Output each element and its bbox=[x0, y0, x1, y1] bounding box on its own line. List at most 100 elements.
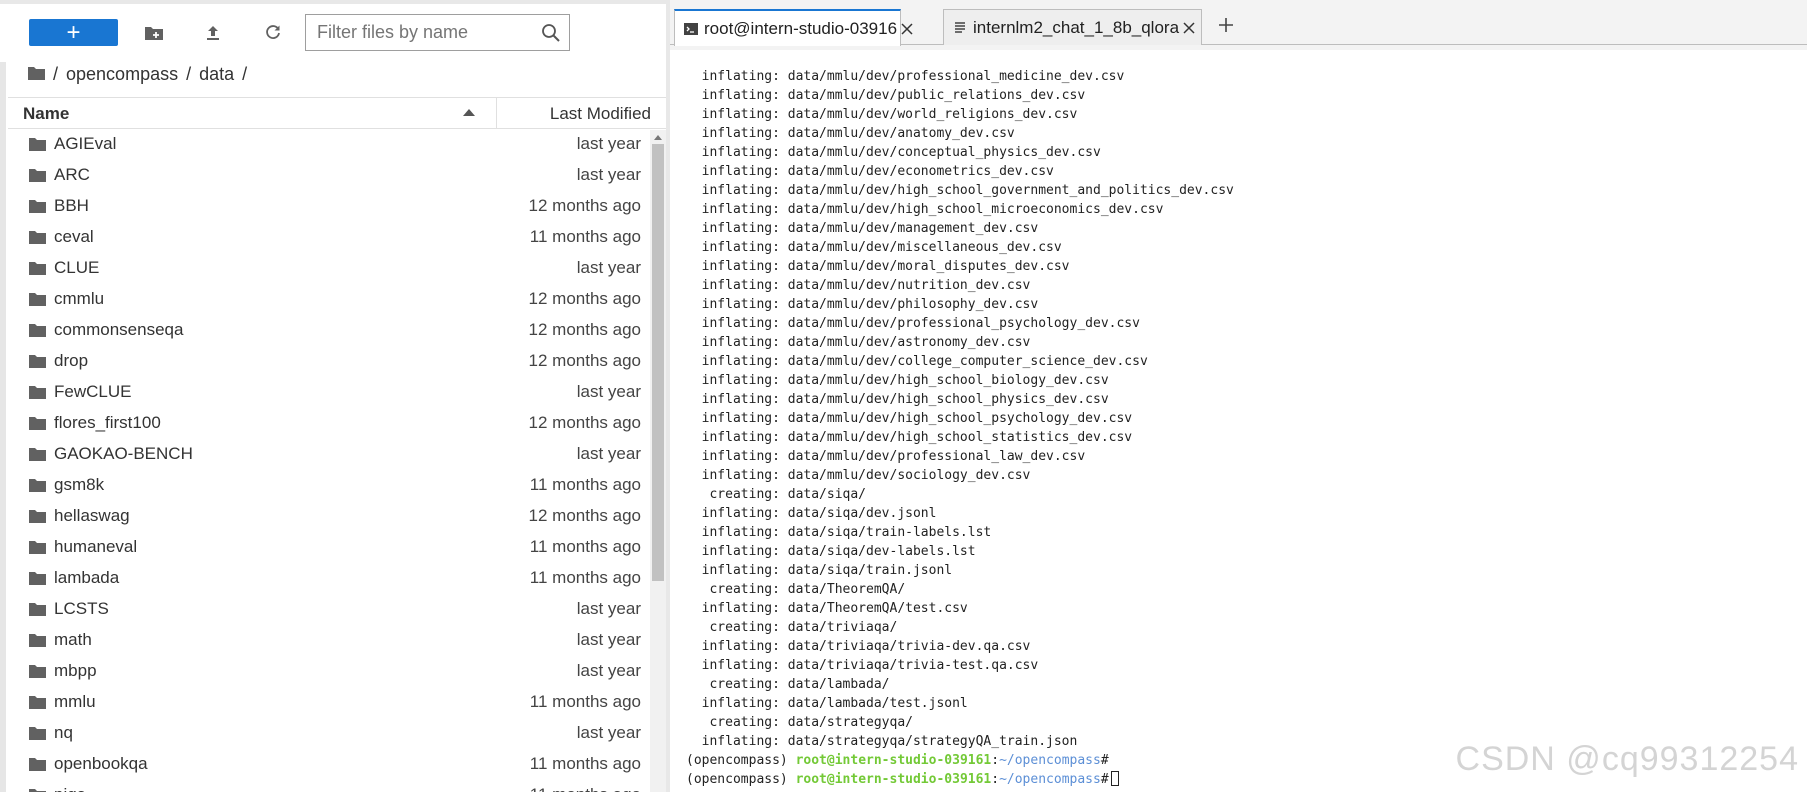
tab-label: root@intern-studio-03916 bbox=[704, 18, 898, 38]
file-name: mbpp bbox=[54, 661, 97, 680]
tab-text-file[interactable]: internlm2_chat_1_8b_qlora bbox=[943, 9, 1202, 45]
terminal-line: inflating: data/mmlu/dev/conceptual_phys… bbox=[686, 145, 1101, 160]
breadcrumb-opencompass[interactable]: opencompass bbox=[66, 64, 178, 85]
file-row[interactable]: BBH 12 months ago bbox=[8, 191, 650, 222]
file-row[interactable]: FewCLUE last year bbox=[8, 377, 650, 408]
file-modified: last year bbox=[576, 382, 641, 401]
folder-icon bbox=[29, 634, 46, 647]
file-row[interactable]: lambada 11 months ago bbox=[8, 563, 650, 594]
file-row[interactable]: math last year bbox=[8, 625, 650, 656]
breadcrumb-data[interactable]: data bbox=[199, 64, 234, 85]
breadcrumb: / opencompass / data / bbox=[28, 62, 247, 86]
watermark: CSDN @cq99312254 bbox=[1455, 740, 1799, 778]
file-modified: last year bbox=[576, 599, 641, 618]
terminal-line: inflating: data/lambada/test.jsonl bbox=[686, 696, 968, 711]
file-row[interactable]: ceval 11 months ago bbox=[8, 222, 650, 253]
file-modified: 12 months ago bbox=[528, 506, 641, 525]
file-row[interactable]: AGIEval last year bbox=[8, 129, 650, 160]
file-modified: last year bbox=[576, 661, 641, 680]
upload-icon[interactable] bbox=[202, 22, 224, 44]
file-row[interactable]: gsm8k 11 months ago bbox=[8, 470, 650, 501]
file-row[interactable]: openbookqa 11 months ago bbox=[8, 749, 650, 780]
folder-icon bbox=[29, 262, 46, 275]
file-row[interactable]: humaneval 11 months ago bbox=[8, 532, 650, 563]
file-modified: last year bbox=[576, 723, 641, 742]
terminal-panel[interactable]: inflating: data/mmlu/dev/professional_me… bbox=[670, 50, 1807, 792]
file-row[interactable]: cmmlu 12 months ago bbox=[8, 284, 650, 315]
file-row[interactable]: mmlu 11 months ago bbox=[8, 687, 650, 718]
listing-header: Name Last Modified bbox=[8, 97, 666, 129]
file-name: lambada bbox=[54, 568, 120, 587]
file-row[interactable]: piqa 11 months ago bbox=[8, 780, 650, 792]
folder-icon bbox=[29, 696, 46, 709]
scroll-up-arrow-icon[interactable] bbox=[654, 135, 662, 140]
search-icon bbox=[541, 23, 561, 43]
folder-icon bbox=[29, 448, 46, 461]
file-row[interactable]: commonsenseqa 12 months ago bbox=[8, 315, 650, 346]
folder-icon bbox=[29, 231, 46, 244]
file-row[interactable]: CLUE last year bbox=[8, 253, 650, 284]
scrollbar-thumb[interactable] bbox=[652, 144, 664, 581]
new-folder-icon[interactable] bbox=[143, 22, 165, 44]
top-border bbox=[0, 0, 666, 4]
terminal-line: inflating: data/triviaqa/trivia-test.qa.… bbox=[686, 658, 1039, 673]
breadcrumb-separator: / bbox=[186, 63, 192, 84]
prompt-separator: : bbox=[991, 753, 1000, 768]
file-row[interactable]: hellaswag 12 months ago bbox=[8, 501, 650, 532]
column-divider[interactable] bbox=[496, 98, 497, 129]
file-row[interactable]: nq last year bbox=[8, 718, 650, 749]
add-tab-icon[interactable] bbox=[1212, 10, 1240, 40]
folder-icon bbox=[29, 200, 46, 213]
column-header-last-modified[interactable]: Last Modified bbox=[550, 104, 651, 124]
tab-terminal[interactable]: root@intern-studio-03916 bbox=[674, 9, 913, 46]
file-rows: AGIEval last year ARC last year BBH 12 months… bbox=[8, 129, 650, 792]
column-header-name[interactable]: Name bbox=[23, 104, 69, 124]
file-name: flores_first100 bbox=[54, 413, 161, 432]
folder-icon bbox=[29, 665, 46, 678]
file-name: CLUE bbox=[54, 258, 100, 277]
terminal-line: inflating: data/mmlu/dev/nutrition_dev.c… bbox=[686, 278, 1031, 293]
folder-icon bbox=[29, 355, 46, 368]
terminal-line: inflating: data/siqa/dev.jsonl bbox=[686, 506, 937, 521]
terminal-line: inflating: data/strategyqa/strategyQA_tr… bbox=[686, 734, 1078, 749]
file-row[interactable]: flores_first100 12 months ago bbox=[8, 408, 650, 439]
file-row[interactable]: drop 12 months ago bbox=[8, 346, 650, 377]
close-icon[interactable] bbox=[1183, 21, 1195, 35]
terminal-cursor bbox=[1110, 771, 1119, 786]
file-name: commonsenseqa bbox=[54, 320, 184, 339]
file-name: mmlu bbox=[54, 692, 96, 711]
main-tab-bar: root@intern-studio-03916 internlm2_chat_… bbox=[670, 0, 1807, 50]
file-row[interactable]: ARC last year bbox=[8, 160, 650, 191]
terminal-line: inflating: data/siqa/train.jsonl bbox=[686, 563, 953, 578]
breadcrumb-separator: / bbox=[242, 63, 248, 84]
filter-box bbox=[305, 14, 570, 51]
file-row[interactable]: GAOKAO-BENCH last year bbox=[8, 439, 650, 470]
file-modified: 11 months ago bbox=[529, 227, 641, 246]
file-row[interactable]: mbpp last year bbox=[8, 656, 650, 687]
listing-scrollbar[interactable] bbox=[650, 130, 666, 792]
file-listing: Name Last Modified AGIEval last year ARC la… bbox=[8, 97, 666, 792]
folder-icon bbox=[29, 324, 46, 337]
file-row[interactable]: LCSTS last year bbox=[8, 594, 650, 625]
file-name: AGIEval bbox=[54, 134, 117, 153]
filter-input[interactable] bbox=[306, 15, 531, 50]
terminal-line: inflating: data/mmlu/dev/management_dev.… bbox=[686, 221, 1039, 236]
file-modified: 11 months ago bbox=[529, 475, 641, 494]
terminal-prompt: (opencompass) root@intern-studio-039161:… bbox=[686, 770, 1234, 789]
breadcrumb-root[interactable]: / bbox=[53, 64, 58, 85]
file-name: hellaswag bbox=[54, 506, 130, 525]
terminal-line: inflating: data/TheoremQA/test.csv bbox=[686, 601, 968, 616]
prompt-env: (opencompass) bbox=[686, 772, 796, 787]
terminal-prompt: (opencompass) root@intern-studio-039161:… bbox=[686, 751, 1234, 770]
prompt-separator: : bbox=[991, 772, 1000, 787]
file-modified: 11 months ago bbox=[529, 537, 641, 556]
new-launcher-button[interactable]: + bbox=[29, 19, 118, 46]
close-icon[interactable] bbox=[901, 22, 913, 36]
prompt-env: (opencompass) bbox=[686, 753, 796, 768]
file-name: openbookqa bbox=[54, 754, 148, 773]
refresh-icon[interactable] bbox=[262, 22, 284, 44]
sort-ascending-icon[interactable] bbox=[463, 109, 475, 116]
terminal-line: inflating: data/mmlu/dev/public_relation… bbox=[686, 88, 1086, 103]
terminal-line: creating: data/siqa/ bbox=[686, 487, 867, 502]
terminal-line: inflating: data/mmlu/dev/high_school_mic… bbox=[686, 202, 1164, 217]
